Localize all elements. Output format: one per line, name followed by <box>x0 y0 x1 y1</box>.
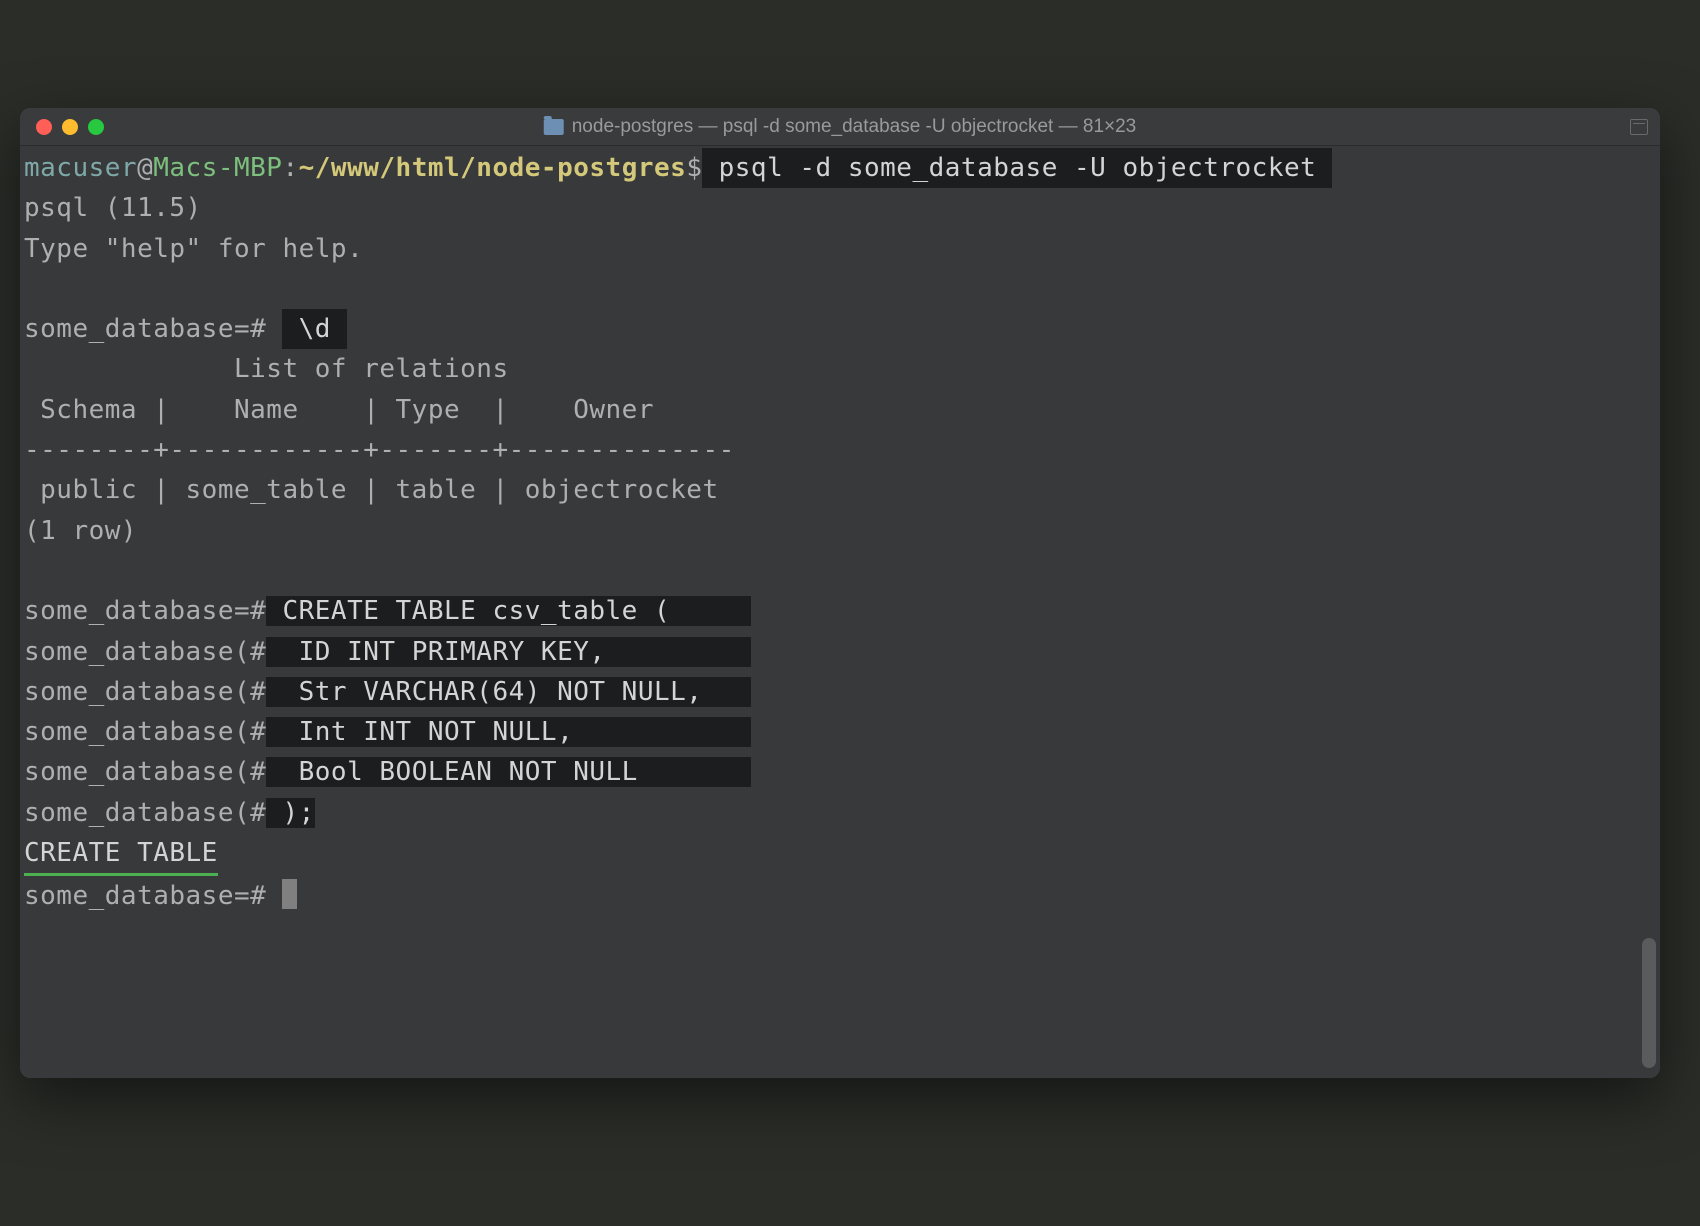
maximize-button[interactable] <box>88 119 104 135</box>
psql-prompt-cont: some_database(# <box>24 717 266 747</box>
create-sql-6: ); <box>266 798 314 828</box>
window-title: node-postgres — psql -d some_database -U… <box>544 116 1137 138</box>
prompt-path: ~/www/html/node-postgres <box>299 153 687 183</box>
prompt-line-1: macuser@Macs-MBP:~/www/html/node-postgre… <box>20 148 1660 188</box>
traffic-lights <box>36 119 104 135</box>
create-line-5: some_database(# Bool BOOLEAN NOT NULL <box>20 752 1660 792</box>
terminal-body[interactable]: macuser@Macs-MBP:~/www/html/node-postgre… <box>20 146 1660 1078</box>
prompt-user: macuser <box>24 153 137 183</box>
psql-prompt-text: some_database=# <box>24 314 282 344</box>
create-line-3: some_database(# Str VARCHAR(64) NOT NULL… <box>20 672 1660 712</box>
titlebar: node-postgres — psql -d some_database -U… <box>20 108 1660 146</box>
close-button[interactable] <box>36 119 52 135</box>
psql-prompt-cont: some_database(# <box>24 637 266 667</box>
create-line-1: some_database=# CREATE TABLE csv_table ( <box>20 591 1660 631</box>
create-line-4: some_database(# Int INT NOT NULL, <box>20 712 1660 752</box>
psql-prompt-cont: some_database(# <box>24 757 266 787</box>
scrollbar[interactable] <box>1642 938 1656 1068</box>
command-psql: psql -d some_database -U objectrocket <box>702 148 1332 188</box>
cursor <box>282 879 297 909</box>
window-title-text: node-postgres — psql -d some_database -U… <box>572 116 1137 138</box>
create-result-line: CREATE TABLE <box>20 833 1660 876</box>
create-sql-5: Bool BOOLEAN NOT NULL <box>266 757 751 787</box>
minimize-button[interactable] <box>62 119 78 135</box>
relations-header: Schema | Name | Type | Owner <box>20 390 1660 430</box>
final-prompt-line: some_database=# <box>20 876 1660 916</box>
final-prompt: some_database=# <box>24 881 282 911</box>
prompt-dollar: $ <box>686 153 702 183</box>
command-d: \d <box>282 309 347 349</box>
create-sql-4: Int INT NOT NULL, <box>266 717 751 747</box>
psql-prompt-cont: some_database(# <box>24 798 266 828</box>
psql-prompt-cont: some_database(# <box>24 677 266 707</box>
blank-line-2 <box>20 551 1660 591</box>
create-line-2: some_database(# ID INT PRIMARY KEY, <box>20 632 1660 672</box>
psql-prompt: some_database=# <box>24 596 266 626</box>
create-sql-1: CREATE TABLE csv_table ( <box>266 596 751 626</box>
relations-title: List of relations <box>20 349 1660 389</box>
psql-prompt-d: some_database=# \d <box>20 309 1660 349</box>
create-sql-2: ID INT PRIMARY KEY, <box>266 637 751 667</box>
prompt-colon: : <box>282 153 298 183</box>
terminal-window: node-postgres — psql -d some_database -U… <box>20 108 1660 1078</box>
help-hint-line: Type "help" for help. <box>20 229 1660 269</box>
blank-line <box>20 269 1660 309</box>
panel-icon[interactable] <box>1630 119 1648 135</box>
prompt-host: Macs-MBP <box>153 153 282 183</box>
relations-row: public | some_table | table | objectrock… <box>20 470 1660 510</box>
relations-divider: --------+------------+-------+----------… <box>20 430 1660 470</box>
folder-icon <box>544 119 564 135</box>
create-sql-3: Str VARCHAR(64) NOT NULL, <box>266 677 751 707</box>
psql-version-line: psql (11.5) <box>20 188 1660 228</box>
row-count: (1 row) <box>20 511 1660 551</box>
create-result: CREATE TABLE <box>24 833 218 876</box>
create-line-6: some_database(# ); <box>20 793 1660 833</box>
prompt-at: @ <box>137 153 153 183</box>
